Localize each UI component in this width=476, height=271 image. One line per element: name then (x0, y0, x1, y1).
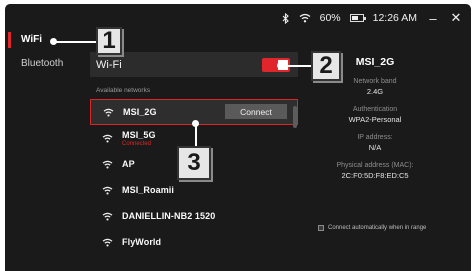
mac-label: Physical address (MAC): (336, 162, 414, 169)
battery-percent: 60% (319, 12, 341, 24)
network-item-daniellin[interactable]: DANIELLIN-NB2 1520 (90, 203, 298, 229)
callout-2: 2 (311, 51, 341, 81)
wifi-label: Wi-Fi (96, 58, 122, 71)
battery-fill (351, 16, 358, 20)
wifi-signal-icon (102, 238, 113, 247)
callout-3: 3 (177, 146, 211, 180)
network-item-flyworld[interactable]: FlyWorld (90, 229, 298, 255)
network-name: AP (122, 159, 135, 169)
clock: 12:26 AM (372, 12, 417, 24)
wifi-toggle-row: Wi-Fi (90, 52, 298, 77)
wifi-signal-icon (102, 160, 113, 169)
band-value: 2.4G (366, 87, 384, 96)
wifi-signal-icon (102, 186, 113, 195)
ip-value: N/A (368, 143, 382, 152)
wifi-icon (299, 13, 311, 23)
callout-1: 1 (96, 27, 122, 55)
battery-icon (349, 14, 366, 22)
sidebar-item-wifi[interactable]: WiFi (5, 28, 85, 52)
callout-1-dot (50, 38, 57, 45)
auto-connect-option[interactable]: Connect automatically when in range (318, 225, 426, 231)
screenshot-frame: 60% 12:26 AM – ✕ WiFi Bluetooth Wi-Fi Av… (0, 0, 476, 271)
auto-connect-checkbox[interactable] (318, 225, 324, 231)
available-networks-label: Available networks (96, 87, 151, 94)
network-status: Connected (122, 140, 152, 147)
callout-1-leader (54, 41, 96, 43)
wifi-signal-icon (102, 134, 113, 143)
auth-value: WPA2-Personal (348, 115, 402, 124)
wifi-signal-icon (103, 108, 114, 117)
network-name: FlyWorld (122, 237, 162, 247)
callout-3-dot (192, 120, 199, 127)
sidebar-item-bluetooth[interactable]: Bluetooth (5, 52, 85, 76)
network-item-msi-roamii[interactable]: MSI_Roamii (90, 177, 298, 203)
sidebar: WiFi Bluetooth (5, 28, 85, 271)
ip-label: IP address: (357, 134, 393, 141)
wifi-signal-icon (102, 212, 113, 221)
mac-value: 2C:F0:5D:F8:ED:C5 (341, 171, 409, 180)
network-name: DANIELLIN-NB2 1520 (122, 211, 216, 221)
minimize-button[interactable]: – (426, 11, 440, 26)
callout-3-leader (195, 124, 197, 146)
network-name: MSI_5G (122, 129, 156, 140)
connect-button[interactable]: Connect (225, 104, 287, 119)
callout-2-dot (277, 62, 284, 69)
settings-window: 60% 12:26 AM – ✕ WiFi Bluetooth Wi-Fi Av… (5, 4, 471, 271)
status-bar: 60% 12:26 AM – ✕ (282, 4, 471, 32)
callout-2-leader (281, 65, 311, 67)
close-button[interactable]: ✕ (449, 10, 463, 26)
network-list-scrollbar[interactable] (293, 106, 297, 128)
network-name: MSI_Roamii (122, 185, 175, 195)
bluetooth-icon (282, 12, 290, 24)
auth-label: Authentication (352, 106, 398, 113)
network-name: MSI_2G (123, 107, 157, 117)
auto-connect-label: Connect automatically when in range (328, 225, 427, 231)
